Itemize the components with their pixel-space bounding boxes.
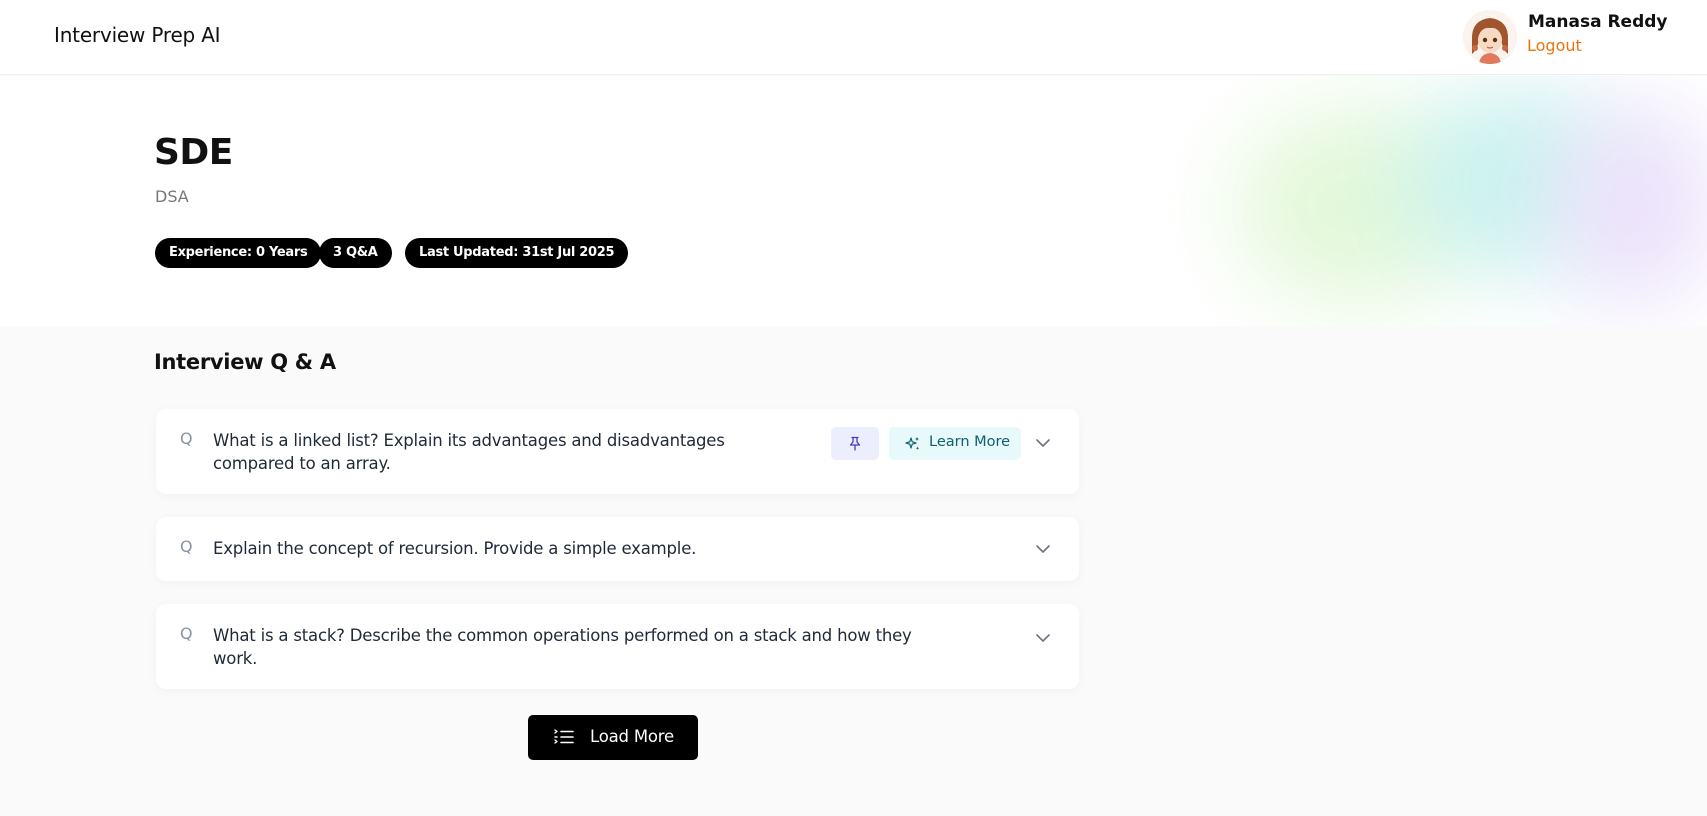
top-navbar: Interview Prep AI Manasa Reddy Logout xyxy=(0,0,1707,75)
pin-icon xyxy=(849,436,861,451)
list-icon xyxy=(554,729,574,744)
qa-count-badge: 3 Q&A xyxy=(319,238,392,268)
question-marker: Q xyxy=(180,429,193,448)
question-text[interactable]: What is a stack? Describe the common ope… xyxy=(213,624,913,670)
session-hero: SDE DSA Experience: 0 Years 3 Q&A Last U… xyxy=(0,76,1707,326)
experience-badge: Experience: 0 Years xyxy=(155,238,322,268)
chevron-down-icon[interactable] xyxy=(1033,433,1053,453)
role-title: SDE xyxy=(154,132,233,173)
decorative-gradient-blob xyxy=(1550,106,1707,306)
chevron-down-icon[interactable] xyxy=(1033,539,1053,559)
last-updated-badge: Last Updated: 31st Jul 2025 xyxy=(405,238,629,268)
avatar-illustration-icon xyxy=(1463,10,1517,64)
section-title: Interview Q & A xyxy=(154,350,336,374)
logout-link[interactable]: Logout xyxy=(1527,36,1582,55)
question-card[interactable]: Q What is a stack? Describe the common o… xyxy=(156,604,1079,689)
question-text[interactable]: What is a linked list? Explain its advan… xyxy=(213,429,733,475)
sparkles-icon xyxy=(905,437,920,450)
question-marker: Q xyxy=(180,624,193,643)
app-title[interactable]: Interview Prep AI xyxy=(54,23,221,47)
chevron-down-icon[interactable] xyxy=(1033,628,1053,648)
question-card[interactable]: Q What is a linked list? Explain its adv… xyxy=(156,409,1079,494)
learn-more-button[interactable]: Learn More xyxy=(889,427,1021,460)
learn-more-label: Learn More xyxy=(929,434,1011,450)
topic-subtitle: DSA xyxy=(155,187,189,206)
question-card[interactable]: Q Explain the concept of recursion. Prov… xyxy=(156,517,1079,581)
question-marker: Q xyxy=(180,537,193,556)
user-name: Manasa Reddy xyxy=(1528,12,1668,32)
load-more-button[interactable]: Load More xyxy=(528,715,698,760)
pin-button[interactable] xyxy=(831,427,879,460)
load-more-label: Load More xyxy=(590,727,674,746)
question-text[interactable]: Explain the concept of recursion. Provid… xyxy=(213,537,696,560)
user-avatar[interactable] xyxy=(1463,10,1517,64)
